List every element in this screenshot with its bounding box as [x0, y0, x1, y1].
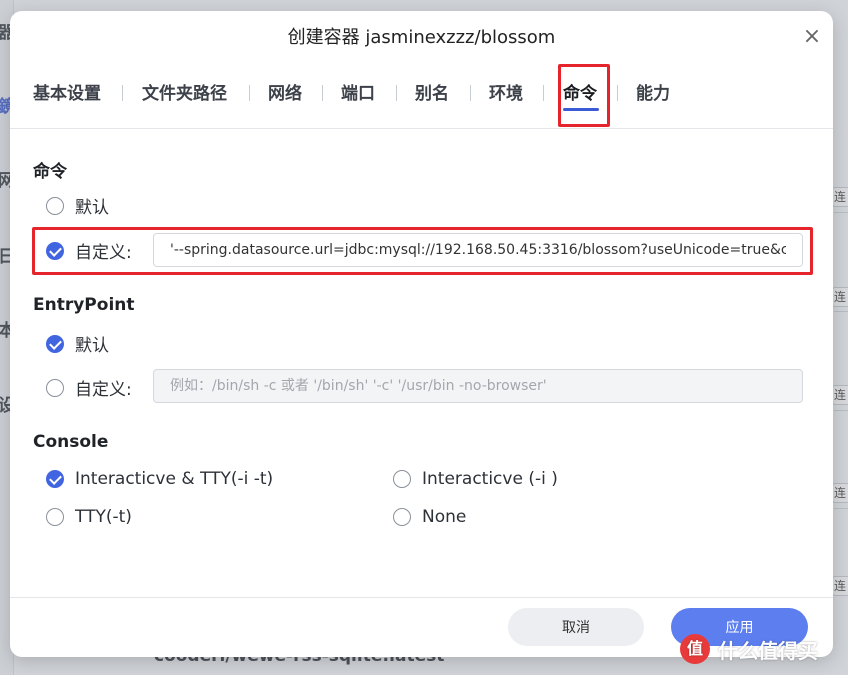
- entrypoint-custom-option[interactable]: 自定义:: [46, 375, 132, 400]
- watermark-text: 什么值得买: [718, 638, 818, 663]
- command-custom-option[interactable]: 自定义:: [46, 238, 132, 263]
- radio-checked-icon[interactable]: [46, 470, 64, 488]
- tab-capabilities[interactable]: 能力: [636, 79, 670, 104]
- radio-icon[interactable]: [46, 508, 64, 526]
- entrypoint-section-title: EntryPoint: [33, 295, 135, 315]
- option-label: Interacticve (-i ): [422, 469, 558, 489]
- radio-checked-icon[interactable]: [46, 334, 64, 353]
- radio-checked-icon[interactable]: [46, 241, 64, 260]
- tab-folder-paths[interactable]: 文件夹路径: [142, 79, 227, 104]
- option-label: 默认: [75, 336, 109, 356]
- footer-divider: [10, 597, 833, 598]
- command-default-option[interactable]: 默认: [46, 193, 109, 218]
- entrypoint-custom-input[interactable]: [153, 369, 803, 403]
- option-label: Interacticve & TTY(-i -t): [75, 469, 274, 489]
- console-section-title: Console: [33, 432, 109, 452]
- radio-icon[interactable]: [46, 196, 64, 215]
- tab-command[interactable]: 命令: [563, 79, 597, 104]
- tab-separator: [322, 85, 323, 101]
- tab-bar: 基本设置 文件夹路径 网络 端口 别名 环境 命令 能力: [10, 73, 833, 129]
- command-custom-input[interactable]: [153, 233, 803, 267]
- tab-alias[interactable]: 别名: [415, 79, 449, 104]
- tab-separator: [249, 85, 250, 101]
- dialog-title: 创建容器 jasminexzzz/blossom: [287, 27, 556, 48]
- tab-basic-settings[interactable]: 基本设置: [33, 79, 101, 104]
- console-option-interactive[interactable]: Interacticve (-i ): [393, 469, 558, 489]
- tab-separator: [122, 85, 123, 101]
- tab-separator: [543, 85, 544, 101]
- option-label: 自定义:: [75, 243, 132, 263]
- radio-icon[interactable]: [393, 470, 411, 488]
- radio-icon[interactable]: [393, 508, 411, 526]
- option-label: 自定义:: [75, 380, 132, 400]
- option-label: None: [422, 507, 467, 527]
- command-section-title: 命令: [33, 162, 67, 182]
- tab-ports[interactable]: 端口: [341, 79, 375, 104]
- active-tab-indicator: [563, 108, 599, 111]
- tab-separator: [396, 85, 397, 101]
- tab-environment[interactable]: 环境: [489, 79, 523, 104]
- console-option-none[interactable]: None: [393, 507, 466, 527]
- cancel-button[interactable]: 取消: [508, 608, 644, 646]
- close-icon[interactable]: ×: [800, 25, 824, 49]
- site-watermark: 值 什么值得买: [680, 634, 818, 664]
- watermark-logo-icon: 值: [680, 634, 710, 664]
- tab-network[interactable]: 网络: [268, 79, 302, 104]
- tab-separator: [470, 85, 471, 101]
- entrypoint-default-option[interactable]: 默认: [46, 331, 109, 356]
- tab-separator: [617, 85, 618, 101]
- radio-icon[interactable]: [46, 378, 64, 397]
- option-label: 默认: [75, 198, 109, 218]
- option-label: TTY(-t): [75, 507, 132, 527]
- console-option-tty[interactable]: TTY(-t): [46, 507, 132, 527]
- create-container-dialog: 创建容器 jasminexzzz/blossom × 基本设置 文件夹路径 网络…: [10, 11, 833, 657]
- console-option-interactive-tty[interactable]: Interacticve & TTY(-i -t): [46, 469, 273, 489]
